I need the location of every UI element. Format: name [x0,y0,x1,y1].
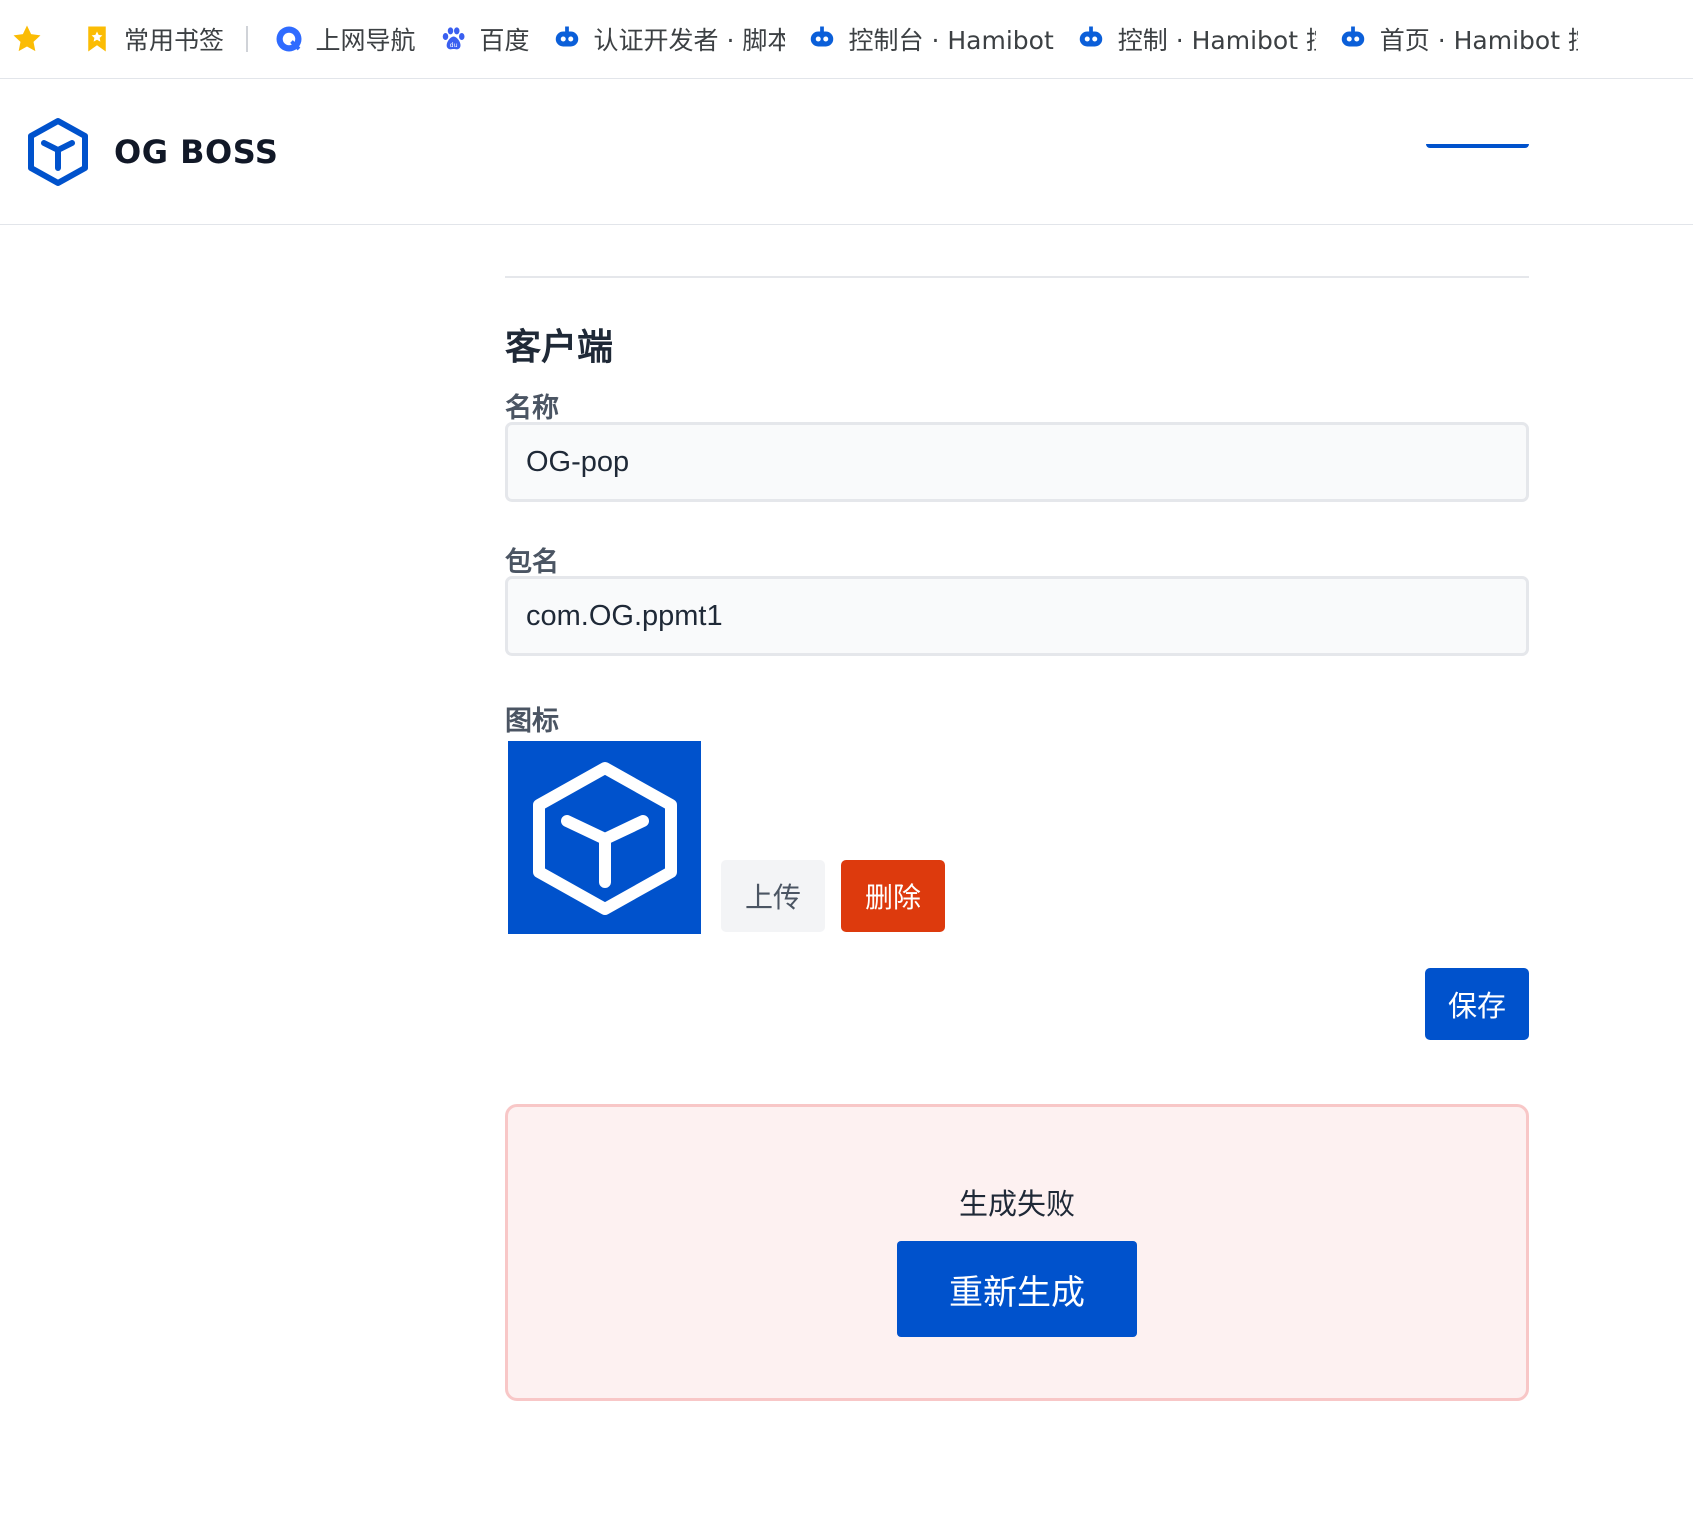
build-status-text: 生成失败 [958,1187,1075,1221]
bookmarks-separator [246,26,248,52]
upload-button[interactable]: 上传 [721,860,825,932]
save-button[interactable]: 保存 [1425,968,1529,1040]
build-error-panel: 生成失败 重新生成 [505,1104,1529,1401]
app-header: OG BOSS [0,79,1693,225]
baidu-paw-icon: du [442,27,465,50]
cube-icon[interactable] [22,116,94,188]
bookmark-hamibot-dev[interactable]: 认证开发者 · 脚本 [552,21,785,57]
bookmark-hamibot-console[interactable]: 控制台 · Hamibot [807,21,1054,57]
q-nav-icon [276,26,302,52]
brand-name: OG BOSS [114,132,279,171]
icon-label: 图标 [505,706,559,737]
bookmarks-bar: 常用书签 上网导航 du 百度 认证开发者 · 脚本 控制台 · Hamibot… [0,0,1693,79]
bookmark-label: 控制 · Hamibot 控 [1117,26,1316,55]
scrolled-button-edge [1426,144,1529,148]
bookmark-label: 上网导航 [315,26,416,55]
delete-button[interactable]: 删除 [841,860,945,932]
bookmark-label: 控制台 · Hamibot [848,26,1054,55]
bookmark-hamibot-home[interactable]: 首页 · Hamibot 控 [1338,21,1578,57]
hamibot-icon [1341,26,1365,47]
bookmark-label: 首页 · Hamibot 控 [1379,26,1578,55]
regenerate-button[interactable]: 重新生成 [897,1241,1137,1337]
hamibot-icon [810,26,833,47]
bookmark-icon [88,26,106,52]
hamibot-icon [555,26,578,47]
bookmark-label: 认证开发者 · 脚本 [593,26,785,55]
svg-text:du: du [449,42,457,49]
cube-icon [532,761,677,915]
bookmark-folder-common[interactable]: 常用书签 [82,21,224,57]
hamibot-icon [1079,26,1103,47]
section-divider [505,276,1529,278]
app-icon-preview [508,741,701,934]
package-label: 包名 [505,547,559,578]
bookmark-baidu[interactable]: du 百度 [438,21,530,57]
star-icon[interactable] [10,22,44,56]
bookmark-nav[interactable]: 上网导航 [274,21,416,57]
bookmark-hamibot-control[interactable]: 控制 · Hamibot 控 [1076,21,1316,57]
package-input[interactable] [505,576,1529,656]
bookmark-label: 常用书签 [124,26,225,55]
section-title: 客户端 [505,327,614,368]
name-input[interactable] [505,422,1529,502]
name-label: 名称 [505,393,559,424]
bookmark-label: 百度 [479,26,530,55]
